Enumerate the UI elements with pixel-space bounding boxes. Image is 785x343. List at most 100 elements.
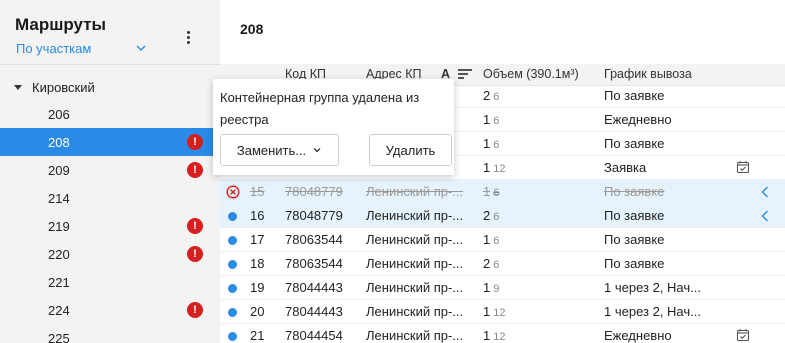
cell-volume: 16 — [483, 136, 499, 151]
cell-volume: 16 — [483, 184, 499, 199]
cell-volume: 1 12 — [483, 160, 505, 175]
sort-icon[interactable] — [458, 69, 472, 81]
route-item-label: 219 — [48, 218, 70, 234]
cell-address: Ленинский пр-... — [366, 232, 464, 247]
cell-volume-capacity: 9 — [493, 283, 500, 295]
route-item[interactable]: 224! — [0, 296, 220, 324]
table-row[interactable]: 15 78048779 Ленинский пр-... По заявке 1 6 — [220, 180, 785, 204]
deleted-group-popup: Контейнерная группа удалена из реестра З… — [213, 79, 454, 175]
cell-volume: 1 12 — [483, 328, 505, 343]
removed-circle-x-icon — [226, 185, 240, 199]
table-row[interactable]: 20 78044443 Ленинский пр-... 1 через 2, Нач… — [220, 300, 785, 324]
route-item[interactable]: 220! — [0, 240, 220, 268]
cell-volume-count: 2 — [483, 208, 491, 223]
cell-schedule: 1 через 2, Нач... — [604, 304, 701, 319]
cell-volume-count: 1 — [483, 160, 491, 175]
route-list: 206 208! 209! 214 219! 220! 221 224! 225 — [0, 100, 220, 343]
table-row[interactable]: 19 78044443 Ленинский пр-... 1 через 2, Нач… — [220, 276, 785, 300]
table-row[interactable]: 17 78063544 Ленинский пр-... По заявке 1 6 — [220, 228, 785, 252]
chevron-left-icon[interactable] — [760, 185, 770, 199]
cell-volume-capacity: 6 — [493, 259, 500, 271]
cell-schedule: По заявке — [604, 256, 665, 271]
delete-button[interactable]: Удалить — [369, 134, 452, 166]
table-row[interactable]: 18 78063544 Ленинский пр-... По заявке 2 6 — [220, 252, 785, 276]
route-item-label: 220 — [48, 246, 70, 262]
cell-volume: 26 — [483, 256, 499, 271]
route-item-label: 206 — [48, 106, 70, 122]
cell-address: Ленинский пр-... — [366, 256, 464, 271]
cell-volume-count: 2 — [483, 88, 491, 103]
cell-code: 78063544 — [285, 256, 343, 271]
route-item[interactable]: 206 — [0, 100, 220, 128]
cell-volume: 1 12 — [483, 304, 505, 319]
cell-schedule: По заявке — [604, 136, 665, 151]
cell-volume-capacity: 6 — [493, 235, 500, 247]
cell-schedule: Ежедневно — [604, 112, 672, 127]
cell-schedule: Ежедневно — [604, 328, 672, 343]
route-item[interactable]: 209! — [0, 156, 220, 184]
cell-volume-capacity: 6 — [493, 91, 500, 103]
cell-volume-count: 1 — [483, 232, 491, 247]
tree-group-label: Кировский — [32, 79, 95, 95]
cell-volume-count: 1 — [483, 304, 491, 319]
caret-down-icon[interactable] — [14, 84, 22, 90]
table-row[interactable]: 21 78044454 Ленинский пр-... Ежедневно 1 12 — [220, 324, 785, 343]
cell-address: Ленинский пр-... — [366, 328, 464, 343]
route-item-label: 214 — [48, 190, 70, 206]
cell-volume-capacity: 12 — [493, 331, 506, 343]
cell-volume-capacity: 6 — [493, 187, 500, 199]
cell-volume-capacity: 12 — [493, 163, 506, 175]
route-item[interactable]: 214 — [0, 184, 220, 212]
alert-icon: ! — [187, 218, 203, 234]
calendar-check-icon[interactable] — [736, 328, 750, 342]
cell-volume: 26 — [483, 208, 499, 223]
status-dot-icon — [228, 260, 237, 269]
column-header-volume[interactable]: Объем (390.1м³) — [483, 67, 579, 81]
cell-code: 78048779 — [285, 208, 343, 223]
cell-schedule: По заявке — [604, 232, 665, 247]
cell-volume-capacity: 6 — [493, 139, 500, 151]
chevron-left-icon[interactable] — [760, 209, 770, 223]
route-item[interactable]: 225 — [0, 324, 220, 343]
route-item[interactable]: 208! — [0, 128, 220, 156]
calendar-check-icon[interactable] — [736, 160, 750, 174]
cell-number: 20 — [250, 304, 265, 319]
replace-button[interactable]: Заменить... — [220, 134, 339, 166]
alert-icon: ! — [187, 134, 203, 150]
cell-schedule: Заявка — [604, 160, 647, 175]
routes-sidebar: Маршруты По участкам Кировский 206 208! 20… — [0, 0, 220, 343]
cell-volume-count: 2 — [483, 256, 491, 271]
cell-volume-count: 1 — [483, 328, 491, 343]
cell-code: 78044454 — [285, 328, 343, 343]
filter-dropdown-label[interactable]: По участкам — [16, 41, 91, 56]
tree-group-kirovsky[interactable]: Кировский — [14, 78, 95, 96]
route-item[interactable]: 219! — [0, 212, 220, 240]
route-item-label: 208 — [48, 134, 70, 150]
more-vertical-icon[interactable] — [183, 29, 193, 47]
route-item-label: 221 — [48, 274, 70, 290]
column-header-schedule[interactable]: График вывоза — [604, 67, 692, 81]
cell-number: 19 — [250, 280, 265, 295]
cell-volume-capacity: 6 — [493, 211, 500, 223]
route-item[interactable]: 221 — [0, 268, 220, 296]
table-row[interactable]: 16 78048779 Ленинский пр-... По заявке 2 6 — [220, 204, 785, 228]
cell-schedule: 1 через 2, Нач... — [604, 280, 701, 295]
status-dot-icon — [228, 308, 237, 317]
cell-address: Ленинский пр-... — [366, 280, 464, 295]
cell-volume: 26 — [483, 88, 499, 103]
cell-volume-capacity: 12 — [493, 307, 506, 319]
status-dot-icon — [228, 236, 237, 245]
cell-code: 78063544 — [285, 232, 343, 247]
cell-code: 78044443 — [285, 280, 343, 295]
cell-volume: 19 — [483, 280, 499, 295]
cell-number: 15 — [250, 184, 265, 199]
replace-button-label: Заменить... — [236, 142, 307, 158]
chevron-down-icon — [313, 148, 321, 153]
route-item-label: 224 — [48, 302, 70, 318]
chevron-down-icon[interactable] — [134, 41, 148, 55]
cell-volume-count: 1 — [483, 136, 491, 151]
cell-volume-capacity: 6 — [493, 115, 500, 127]
cell-number: 18 — [250, 256, 265, 271]
status-dot-icon — [228, 284, 237, 293]
cell-volume-count: 1 — [483, 112, 491, 127]
